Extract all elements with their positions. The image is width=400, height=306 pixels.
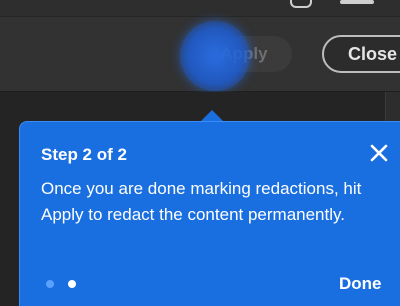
pager-dot-2[interactable] [68,280,76,288]
coachmark-body: Once you are done marking redactions, hi… [41,179,362,224]
user-icon[interactable] [290,0,312,8]
close-icon[interactable] [369,143,389,163]
pager-dots [46,280,76,288]
app-window: Apply Close Step 2 of 2 Once you are don… [0,0,400,306]
coachmark-popover: Step 2 of 2 Once you are done marking re… [19,121,400,306]
done-button[interactable]: Done [339,274,382,294]
redact-toolbar: Apply Close [0,16,400,92]
close-button[interactable]: Close [322,35,400,73]
apply-button[interactable]: Apply [196,36,292,72]
pager-dot-1[interactable] [46,280,54,288]
top-strip [0,0,400,16]
step-indicator: Step 2 of 2 [41,145,127,164]
menu-icon[interactable] [340,0,374,4]
